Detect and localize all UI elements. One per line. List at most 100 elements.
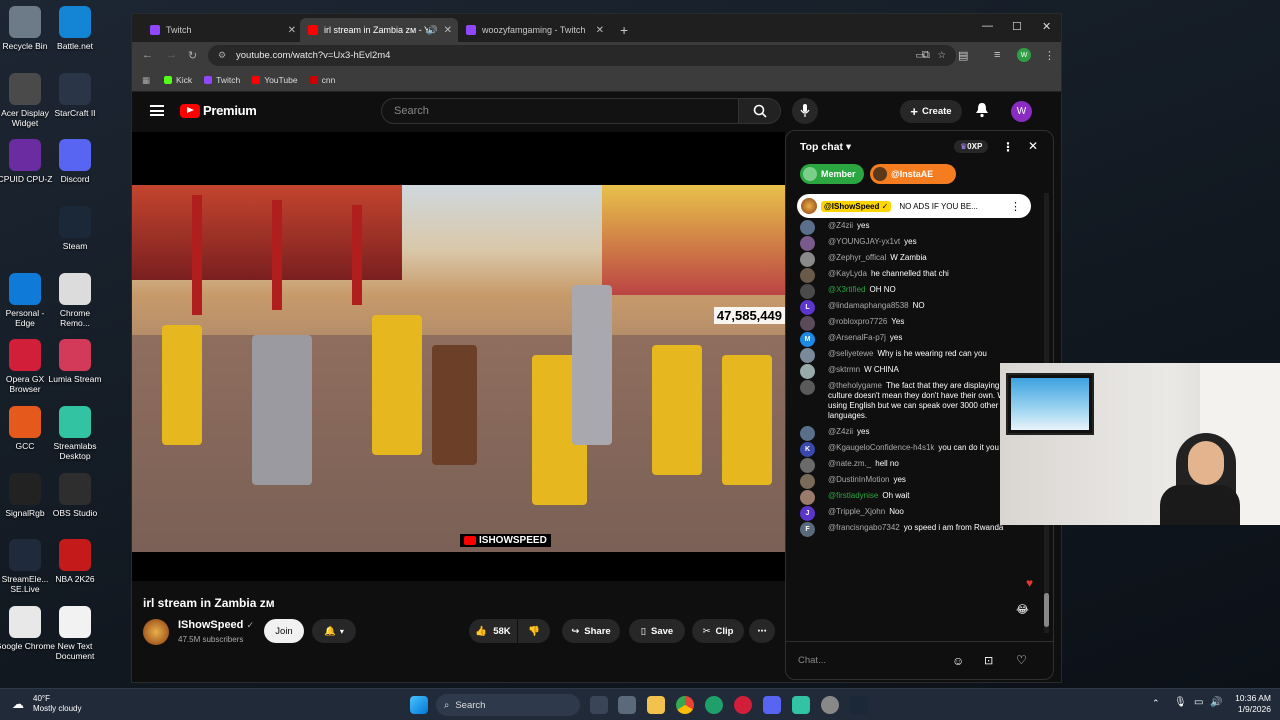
clip-button[interactable]: ✂ Clip — [692, 619, 744, 643]
taskbar-search[interactable]: ⌕ Search — [436, 694, 580, 716]
menu-icon[interactable]: ⋮ — [1044, 49, 1055, 62]
chat-author[interactable]: @Zephyr_offical — [828, 253, 886, 262]
save-button[interactable]: ▯ Save — [629, 619, 685, 643]
chat-author[interactable]: @ArsenalFa-p7j — [828, 333, 886, 342]
chat-author[interactable]: @theholygame — [828, 381, 882, 390]
share-button[interactable]: ↪ Share — [562, 619, 620, 643]
join-button[interactable]: Join — [264, 619, 304, 643]
chat-author[interactable]: @YOUNGJAY-yx1vt — [828, 237, 900, 246]
chat-author[interactable]: @Tripple_Xjohn — [828, 507, 885, 516]
notifications-button[interactable] — [975, 102, 989, 123]
chat-message[interactable]: M @ArsenalFa-p7j yes — [786, 330, 1048, 347]
desktop-icon[interactable]: Steam — [45, 206, 105, 251]
back-icon[interactable]: ← — [142, 49, 153, 61]
chat-message[interactable]: @seliyetewe Why is he wearing red can you — [786, 346, 1048, 363]
bookmark-cnn[interactable]: cnn — [309, 75, 335, 85]
minimize-icon[interactable]: — — [982, 20, 993, 32]
chat-author[interactable]: @lindamaphanga8538 — [828, 301, 909, 310]
chat-message[interactable]: @Zephyr_offical W Zambia — [786, 250, 1048, 267]
chrome-icon[interactable] — [676, 696, 694, 714]
youtube-logo[interactable]: Premium — [180, 103, 257, 118]
task-view-icon[interactable] — [590, 696, 608, 714]
dislike-button[interactable]: 👎 — [518, 619, 550, 643]
close-icon[interactable]: ✕ — [596, 25, 604, 36]
extensions-icon[interactable]: ⧉ — [922, 49, 930, 62]
desktop-icon[interactable]: New Text Document — [45, 606, 105, 661]
edge-icon[interactable] — [705, 696, 723, 714]
hamburger-menu-icon[interactable] — [150, 105, 164, 116]
chat-message[interactable]: @YOUNGJAY-yx1vt yes — [786, 234, 1048, 251]
scrollbar-thumb[interactable] — [1044, 593, 1049, 627]
desktop-icon[interactable]: Lumia Stream — [45, 339, 105, 384]
forward-icon[interactable]: → — [166, 49, 177, 61]
apps-icon[interactable]: ▦ — [142, 75, 150, 86]
super-chat-icon[interactable]: ⊡ — [984, 654, 993, 667]
start-icon[interactable] — [410, 696, 428, 714]
discord-icon[interactable] — [763, 696, 781, 714]
channel-avatar[interactable] — [143, 619, 169, 645]
chat-message[interactable]: L @lindamaphanga8538 NO — [786, 298, 1048, 315]
desktop-icon[interactable]: Chrome Remo... — [45, 273, 105, 328]
weather-widget[interactable]: 40°F Mostly cloudy — [33, 694, 81, 714]
bookmark-twitch[interactable]: Twitch — [204, 75, 240, 85]
create-button[interactable]: + Create — [900, 100, 962, 123]
chat-author[interactable]: @KayLyda — [828, 269, 867, 278]
steam-icon[interactable] — [850, 696, 868, 714]
chat-author[interactable]: @francisngabo7342 — [828, 523, 900, 532]
desktop-icon[interactable]: StarCraft II — [45, 73, 105, 118]
speaker-icon[interactable]: 🔊 — [427, 25, 438, 36]
weather-icon[interactable]: ☁ — [12, 697, 24, 711]
close-icon[interactable]: ✕ — [288, 25, 296, 36]
file-explorer-icon[interactable] — [647, 696, 665, 714]
chat-message[interactable]: @Z4zii yes — [786, 218, 1048, 235]
xp-badge[interactable]: ♛0XP — [954, 140, 989, 153]
widgets-icon[interactable] — [618, 696, 636, 714]
chat-message[interactable]: @KayLyda he channelled that chi — [786, 266, 1048, 283]
notification-bell-button[interactable]: 🔔 ▾ — [312, 619, 356, 643]
mic-tray-icon[interactable]: 🎙 — [1174, 697, 1187, 708]
site-info-icon[interactable]: ⚙ — [218, 50, 226, 61]
video-player[interactable]: 47,585,449 ISHOWSPEED — [132, 132, 785, 581]
video-frame[interactable]: 47,585,449 ISHOWSPEED — [132, 185, 785, 552]
bookmark-kick[interactable]: Kick — [164, 75, 192, 85]
profile-avatar[interactable]: W — [1017, 48, 1031, 62]
search-button[interactable] — [739, 98, 781, 124]
chat-author[interactable]: @Z4zii — [828, 221, 853, 230]
close-window-icon[interactable]: ✕ — [1042, 20, 1051, 33]
chat-author[interactable]: @Z4zii — [828, 427, 853, 436]
new-tab-button[interactable]: + — [612, 18, 636, 42]
chat-author[interactable]: @KgaugeloConfidence-h4s1k — [828, 443, 934, 452]
tab-woozy-twitch[interactable]: woozyfamgaming - Twitch ✕ — [458, 18, 610, 42]
streamlabs-icon[interactable] — [792, 696, 810, 714]
opera-gx-icon[interactable] — [734, 696, 752, 714]
chat-author[interactable]: @DustinInMotion — [828, 475, 889, 484]
downloads-icon[interactable]: ≡ — [994, 49, 1000, 61]
star-icon[interactable]: ☆ — [937, 50, 946, 61]
chat-author[interactable]: @X3rtified — [828, 285, 865, 294]
reload-icon[interactable]: ↻ — [188, 49, 197, 62]
settings-icon[interactable] — [821, 696, 839, 714]
chat-author[interactable]: @sktrmn — [828, 365, 860, 374]
more-actions-button[interactable]: ⋯ — [749, 619, 775, 643]
insta-button[interactable]: @InstaAE — [870, 164, 956, 184]
pinned-message[interactable]: @IShowSpeed ✓ NO ADS IF YOU BE... ⋮ — [797, 194, 1031, 218]
account-avatar[interactable]: W — [1011, 101, 1032, 122]
search-input[interactable]: Search — [381, 98, 739, 124]
url-field[interactable]: ⚙ youtube.com/watch?v=Ux3-hEvl2m4 ☆ ▭ — [208, 45, 956, 66]
volume-icon[interactable]: 🔊 — [1210, 697, 1222, 708]
tab-twitch[interactable]: Twitch ✕ — [142, 18, 302, 42]
chat-input[interactable]: Chat... — [798, 650, 948, 672]
chat-message[interactable]: @X3rtified OH NO — [786, 282, 1048, 299]
voice-search-button[interactable] — [792, 98, 818, 124]
desktop-icon[interactable]: Streamlabs Desktop — [45, 406, 105, 461]
top-chat-dropdown[interactable]: Top chat ▾ — [800, 141, 851, 153]
sidepanel-icon[interactable]: ▤ — [958, 49, 968, 62]
chevron-up-icon[interactable]: ⌃ — [1152, 698, 1160, 709]
chat-author[interactable]: @seliyetewe — [828, 349, 873, 358]
desktop-icon[interactable]: Discord — [45, 139, 105, 184]
chat-author[interactable]: @nate.zm._ — [828, 459, 871, 468]
pinned-menu-icon[interactable]: ⋮ — [1010, 200, 1021, 213]
channel-name[interactable]: IShowSpeed ✓ — [178, 619, 254, 631]
desktop-icon[interactable]: NBA 2K26 — [45, 539, 105, 584]
bookmark-youtube[interactable]: YouTube — [252, 75, 298, 85]
